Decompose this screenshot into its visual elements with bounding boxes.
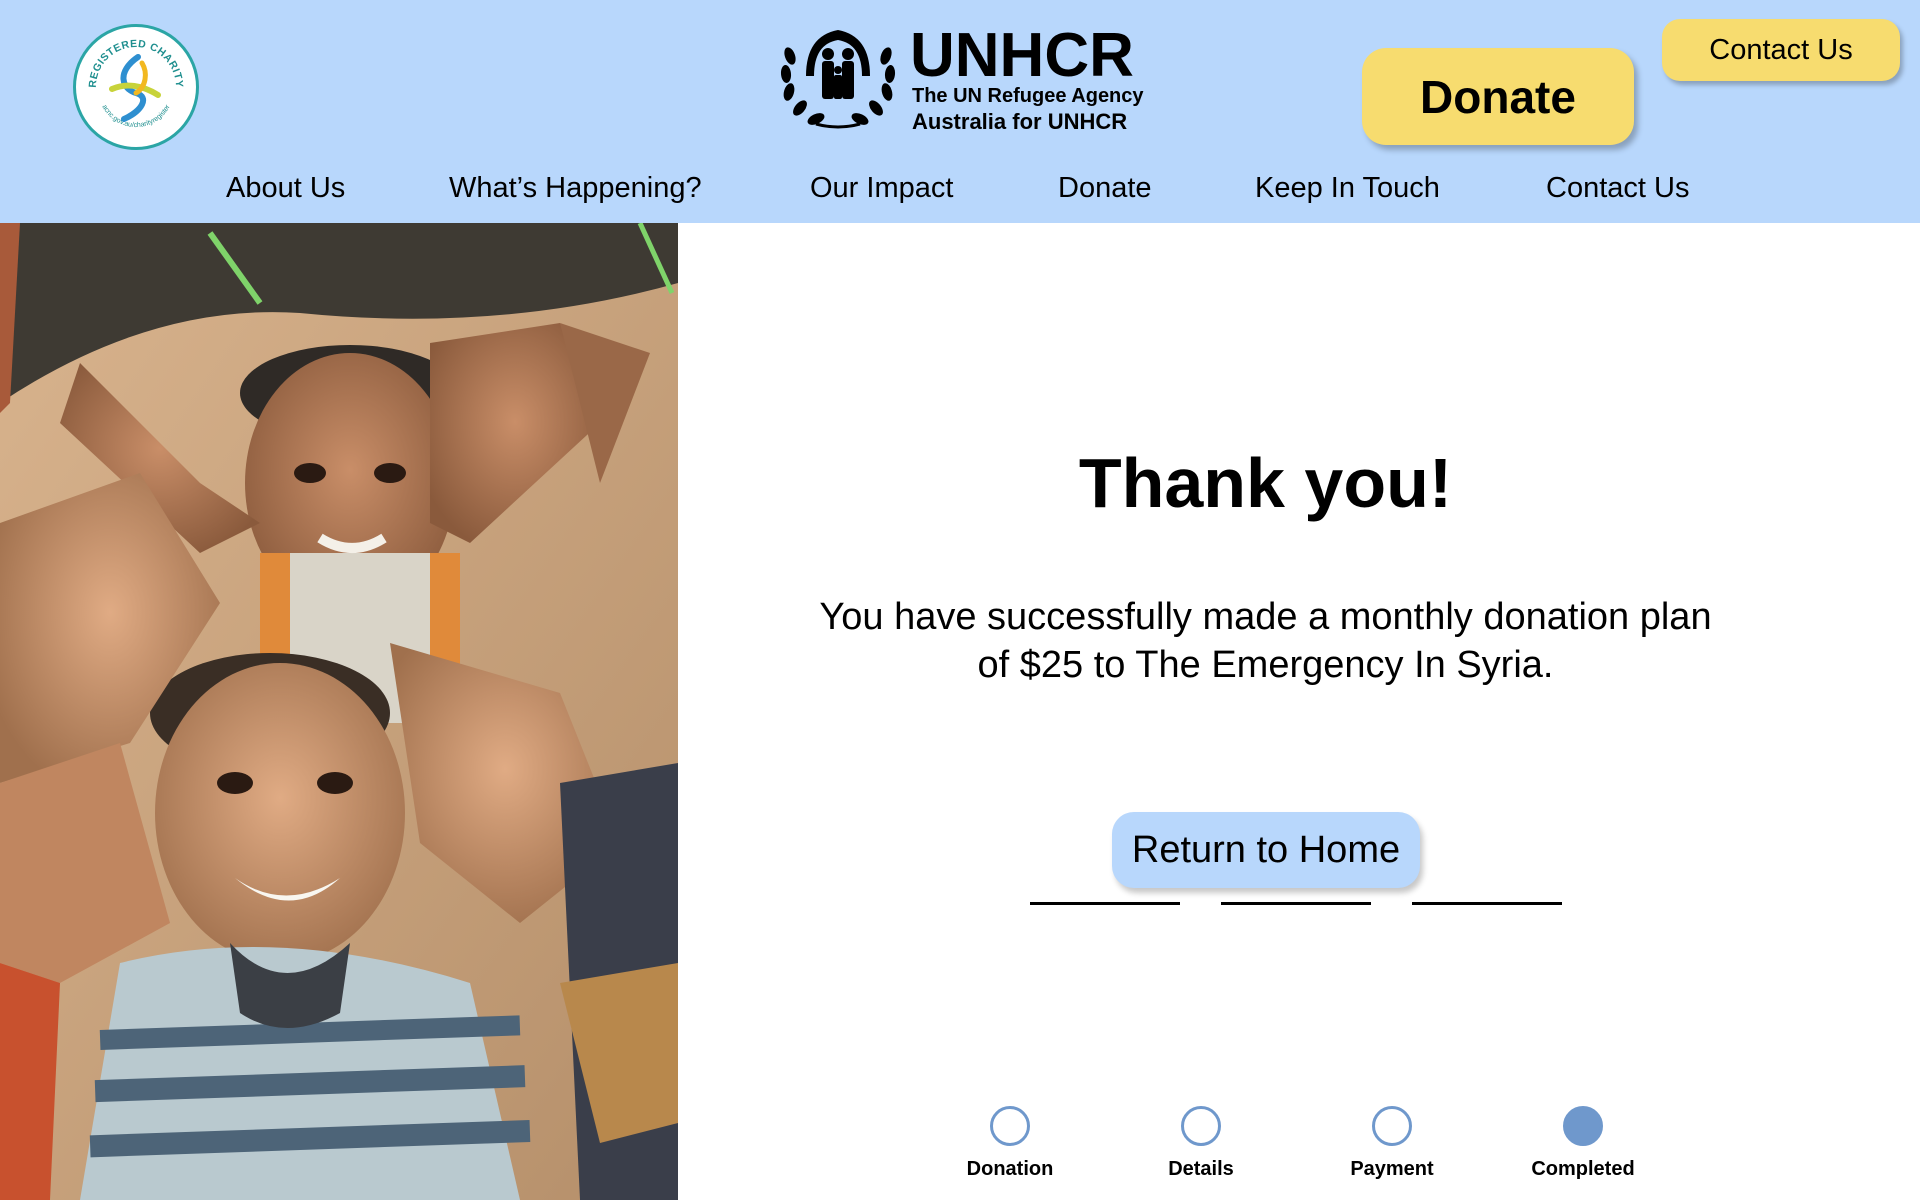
stepper-connector xyxy=(1412,902,1562,905)
step-donation-label: Donation xyxy=(966,1158,1054,1180)
step-payment-label: Payment xyxy=(1350,1158,1434,1180)
hero-photo xyxy=(0,223,678,1200)
unhcr-logo[interactable]: UNHCR The UN Refugee Agency Australia fo… xyxy=(776,21,1146,134)
nav-keep-in-touch[interactable]: Keep In Touch xyxy=(1255,172,1440,205)
return-to-home-button[interactable]: Return to Home xyxy=(1112,812,1420,888)
step-completed-indicator xyxy=(1563,1106,1603,1146)
step-completed-label: Completed xyxy=(1531,1158,1635,1180)
step-details-indicator xyxy=(1181,1106,1221,1146)
nav-our-impact[interactable]: Our Impact xyxy=(810,172,953,205)
registered-charity-icon: REGISTERED CHARITY acnc.gov.au/charityre… xyxy=(87,38,185,129)
logo-tagline: The UN Refugee Agency xyxy=(912,85,1144,107)
confirmation-message-line1: You have successfully made a monthly don… xyxy=(819,596,1712,638)
step-payment-indicator xyxy=(1372,1106,1412,1146)
contact-us-button[interactable]: Contact Us xyxy=(1662,19,1900,81)
nav-donate[interactable]: Donate xyxy=(1058,172,1152,205)
nav-contact-us[interactable]: Contact Us xyxy=(1546,172,1689,205)
donate-button[interactable]: Donate xyxy=(1362,48,1634,145)
stepper-connector xyxy=(1030,902,1180,905)
unhcr-emblem-icon xyxy=(780,30,896,129)
confirmation-message: You have successfully made a monthly don… xyxy=(778,593,1753,689)
step-details-label: Details xyxy=(1168,1158,1234,1180)
nav-whats-happening[interactable]: What’s Happening? xyxy=(449,172,702,205)
svg-text:acnc.gov.au/charityregister: acnc.gov.au/charityregister xyxy=(100,103,172,129)
svg-text:REGISTERED CHARITY: REGISTERED CHARITY xyxy=(87,38,185,88)
nav-about-us[interactable]: About Us xyxy=(226,172,345,205)
main-nav: About Us What’s Happening? Our Impact Do… xyxy=(0,172,1920,212)
children-photo-image xyxy=(0,223,678,1200)
registered-charity-badge[interactable]: REGISTERED CHARITY acnc.gov.au/charityre… xyxy=(73,24,199,150)
confirmation-panel: Thank you! You have successfully made a … xyxy=(678,223,1920,1200)
unhcr-wordmark: UNHCR xyxy=(910,21,1134,90)
thank-you-heading: Thank you! xyxy=(1078,444,1453,522)
site-header: REGISTERED CHARITY acnc.gov.au/charityre… xyxy=(0,0,1920,223)
logo-subtitle: Australia for UNHCR xyxy=(912,109,1128,134)
step-donation-indicator xyxy=(990,1106,1030,1146)
confirmation-message-line2: of $25 to The Emergency In Syria. xyxy=(977,644,1554,686)
stepper-connector xyxy=(1221,902,1371,905)
